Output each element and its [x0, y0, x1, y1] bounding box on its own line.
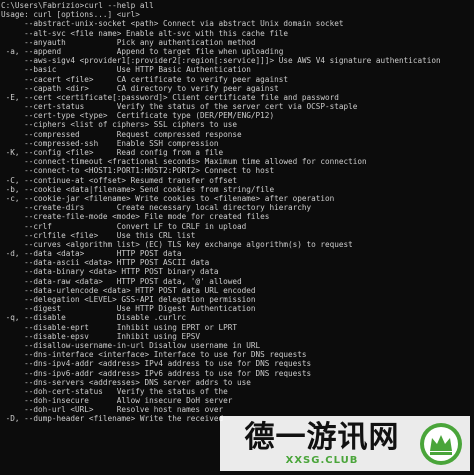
terminal-line: -q, --disable Disable .curlrc [1, 313, 187, 323]
terminal-line: --create-dirs Create necessary local dir… [1, 203, 312, 213]
terminal-line: --crlfile <file> Use this CRL list [1, 230, 196, 240]
terminal-line: --dns-interface <interface> Interface to… [1, 350, 307, 360]
terminal-line: --connect-timeout <fractional seconds> M… [1, 157, 367, 167]
terminal-line: --curves <algorithm list> (EC) TLS key e… [1, 239, 353, 249]
terminal-line: --aws-sigv4 <provider1[:provider2[:regio… [1, 56, 441, 66]
terminal-window[interactable]: C:\Users\Fabrizio>curl --help all Usage:… [0, 0, 474, 475]
terminal-line: --ciphers <list of ciphers> SSL ciphers … [1, 120, 238, 130]
terminal-line: --delegation <LEVEL> GSS-API delegation … [1, 295, 256, 304]
watermark-text-block: 德一游讯网 XXSG.CLUB [226, 419, 418, 467]
terminal-line: --capath <dir> CA directory to verify pe… [1, 83, 279, 93]
crown-logo-icon [420, 422, 462, 465]
watermark-title: 德一游讯网 [244, 419, 400, 455]
terminal-line: Usage: curl [options...] <url> [1, 10, 140, 20]
terminal-line: --dns-servers <addresses> DNS server add… [1, 377, 251, 387]
terminal-line: --dns-ipv4-addr <address> IPv4 address t… [1, 359, 312, 369]
terminal-line: -d, --data <data> HTTP POST data [1, 249, 182, 259]
watermark-url: XXSG.CLUB [285, 454, 359, 466]
terminal-line: --cacert <file> CA certificate to verify… [1, 74, 288, 84]
terminal-line: --disallow-username-in-url Disallow user… [1, 340, 261, 350]
terminal-line: --doh-insecure Allow insecure DoH server [1, 396, 233, 406]
terminal-line: -K, --config <file> Read config from a f… [1, 148, 224, 157]
terminal-line: --abstract-unix-socket <path> Connect vi… [1, 19, 344, 29]
terminal-line: --cert-type <type> Certificate type (DER… [1, 111, 275, 121]
site-watermark: 德一游讯网 XXSG.CLUB [220, 416, 470, 471]
terminal-line: --cert-status Verify the status of the s… [1, 102, 358, 112]
terminal-line: --anyauth Pick any authentication method [1, 37, 256, 47]
terminal-line: -C, --continue-at <offset> Resumed trans… [1, 175, 238, 185]
terminal-line: --compressed-ssh Enable SSH compression [1, 138, 219, 148]
terminal-line: -a, --append Append to target file when … [1, 46, 284, 56]
terminal-line: --basic Use HTTP Basic Authentication [1, 65, 251, 75]
terminal-line: --data-ascii <data> HTTP POST ASCII data [1, 258, 210, 268]
terminal-line: -E, --cert <certificate[:password]> Clie… [1, 92, 339, 102]
terminal-line: --data-urlencode <data> HTTP POST data U… [1, 285, 256, 295]
terminal-line: C:\Users\Fabrizio>curl --help all [1, 1, 154, 10]
terminal-line: --compressed Request compressed response [1, 129, 242, 139]
terminal-line: --disable-epsv Inhibit using EPSV [1, 331, 201, 341]
terminal-line: --data-raw <data> HTTP POST data, '@' al… [1, 276, 242, 286]
terminal-line: --dns-ipv6-addr <address> IPv6 address t… [1, 368, 312, 378]
terminal-line: --crlf Convert LF to CRLF in upload [1, 221, 247, 231]
terminal-line: --disable-eprt Inhibit using EPRT or LPR… [1, 322, 238, 332]
terminal-line: --create-file-mode <mode> File mode for … [1, 212, 270, 222]
terminal-line: --connect-to <HOST1:PORT1:HOST2:PORT2> C… [1, 166, 275, 176]
terminal-line: --alt-svc <file name> Enable alt-svc wit… [1, 28, 288, 38]
terminal-line: --data-binary <data> HTTP POST binary da… [1, 267, 219, 277]
terminal-line: --doh-cert-status Verify the status of t… [1, 386, 228, 396]
terminal-line: -b, --cookie <data|filename> Send cookie… [1, 184, 275, 194]
terminal-line: --digest Use HTTP Digest Authentication [1, 304, 256, 314]
terminal-line: -c, --cookie-jar <filename> Write cookie… [1, 193, 335, 203]
terminal-line: --doh-url <URL> Resolve host names over [1, 405, 224, 415]
